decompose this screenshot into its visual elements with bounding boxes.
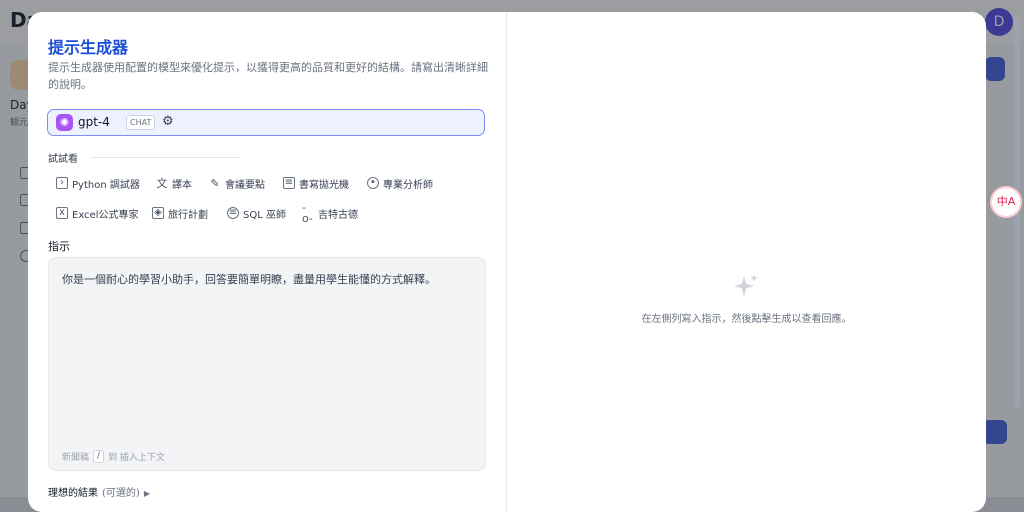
instruction-label: 指示 (48, 240, 70, 253)
try-item-label: Python 調試器 (72, 179, 140, 191)
translate-icon: 文 (156, 176, 168, 190)
openai-icon: ✺ (56, 114, 73, 131)
map-icon: ◈ (152, 207, 164, 219)
try-item-sql-wizard[interactable]: ≡ SQL 巫師 (227, 204, 286, 222)
database-icon: ≡ (227, 207, 239, 219)
git-commit-icon: -o- (302, 201, 313, 225)
modal-title: 提示生成器 (48, 38, 129, 57)
ideal-result-label: 理想的結果 (48, 488, 98, 499)
meeting-icon: ✎ (210, 176, 220, 190)
model-selector[interactable]: ✺ gpt-4 CHAT ⚙ (47, 109, 485, 136)
generator-right-panel: 在左側列寫入指示，然後點擊生成以查看回應。 (507, 12, 986, 512)
try-item-git-gud[interactable]: -o- 吉特古德 (302, 201, 358, 225)
sliders-icon[interactable]: ⚙ (162, 114, 174, 129)
try-item-professional-analyst[interactable]: • 專業分析師 (367, 174, 433, 192)
prompt-generator-modal: 提示生成器 提示生成器使用配置的模型來優化提示，以獲得更高的品質和更好的結構。請… (28, 12, 986, 512)
try-item-translation[interactable]: 文 譯本 (156, 174, 193, 192)
sparkle-icon (734, 274, 758, 296)
instruction-text: 你是一個耐心的學習小助手，回答要簡單明瞭，盡量用學生能懂的方式解釋。 (62, 273, 436, 286)
try-item-travel-plan[interactable]: ◈ 旅行計劃 (152, 204, 208, 222)
try-item-label: 專業分析師 (383, 179, 433, 191)
instruction-textarea[interactable]: 你是一個耐心的學習小助手，回答要簡單明瞭，盡量用學生能懂的方式解釋。 新聞稿 /… (48, 257, 486, 471)
slash-key: / (93, 450, 105, 463)
hint-suffix: 到 插入上下文 (108, 453, 165, 463)
instruction-hint: 新聞稿 / 到 插入上下文 (62, 450, 165, 463)
try-item-label: 吉特古德 (318, 209, 358, 221)
ideal-result-optional: (可選的) (102, 488, 140, 499)
try-item-label: SQL 巫師 (243, 209, 286, 221)
hint-prefix: 新聞稿 (62, 453, 90, 463)
try-item-writing-polisher[interactable]: ≡ 書寫拋光機 (283, 174, 349, 192)
try-item-label: 譯本 (172, 179, 192, 191)
user-icon: • (367, 177, 379, 189)
empty-state-text: 在左側列寫入指示，然後點擊生成以查看回應。 (641, 314, 852, 325)
try-section-divider (90, 157, 240, 158)
generator-left-panel: 提示生成器 提示生成器使用配置的模型來優化提示，以獲得更高的品質和更好的結構。請… (28, 12, 507, 512)
try-item-label: 旅行計劃 (168, 209, 208, 221)
model-name: gpt-4 (78, 115, 110, 129)
try-item-excel-expert[interactable]: x Excel公式專家 (56, 204, 139, 222)
translate-extension-icon[interactable]: 中A (992, 188, 1020, 216)
try-section-label: 試試看 (48, 154, 78, 165)
excel-icon: x (56, 207, 68, 219)
try-item-label: 會議要點 (225, 179, 265, 191)
modal-description: 提示生成器使用配置的模型來優化提示，以獲得更高的品質和更好的結構。請寫出清晰詳細… (48, 61, 488, 91)
try-item-meeting-notes[interactable]: ✎ 會議要點 (209, 174, 265, 192)
document-icon: ≡ (283, 177, 295, 189)
try-item-python-debugger[interactable]: › Python 調試器 (56, 174, 140, 192)
model-mode-badge: CHAT (126, 115, 156, 130)
try-item-label: 書寫拋光機 (299, 179, 349, 191)
terminal-icon: › (56, 177, 68, 189)
try-item-label: Excel公式專家 (72, 209, 139, 221)
